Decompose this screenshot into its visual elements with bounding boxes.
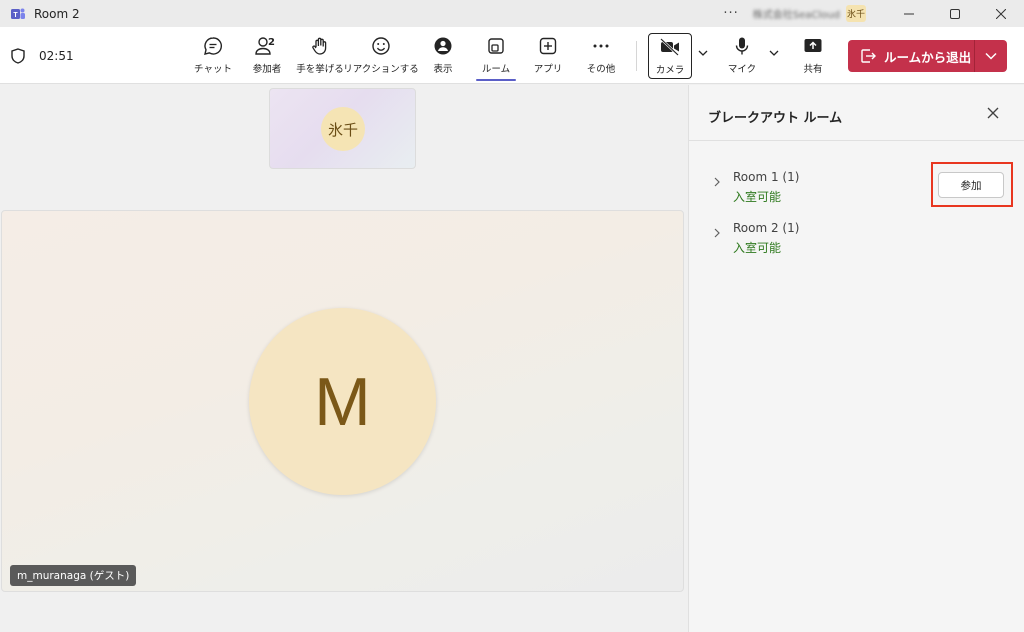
leave-options-button[interactable]: [975, 40, 1007, 72]
ellipsis-icon: [593, 44, 609, 48]
shield-icon: [11, 48, 25, 64]
chevron-right-icon[interactable]: [713, 177, 721, 187]
share-button[interactable]: 共有: [800, 35, 826, 79]
active-tab-indicator: [476, 79, 516, 81]
avatar-initial: M: [314, 363, 371, 440]
panel-header: ブレークアウト ルーム: [689, 85, 1024, 141]
mic-label: マイク: [727, 64, 757, 75]
chevron-right-icon[interactable]: [713, 228, 721, 238]
rooms-label: ルーム: [481, 64, 511, 75]
more-button[interactable]: その他: [586, 35, 616, 79]
window-title: Room 2: [34, 6, 80, 21]
leave-room-button[interactable]: ルームから退出: [848, 40, 1007, 72]
raise-hand-label: 手を挙げる: [296, 64, 344, 75]
view-button[interactable]: 表示: [431, 35, 455, 79]
share-label: 共有: [803, 64, 823, 75]
close-window-button[interactable]: [978, 0, 1024, 27]
panel-title: ブレークアウト ルーム: [708, 111, 843, 126]
chat-button[interactable]: チャット: [194, 35, 232, 79]
mic-button[interactable]: マイク: [728, 35, 756, 79]
leave-room-label: ルームから退出: [884, 49, 972, 65]
participant-name-tag: m_muranaga (ゲスト): [10, 565, 137, 586]
minimize-button[interactable]: [886, 0, 932, 27]
camera-options-chevron-icon[interactable]: [698, 49, 708, 57]
minimize-icon: [904, 13, 914, 14]
room-status: 入室可能: [733, 190, 782, 204]
room-list-item[interactable]: Room 2 (1) 入室可能: [689, 218, 1024, 262]
view-icon: [434, 37, 452, 55]
avatar: 氷千: [321, 107, 365, 151]
toolbar-divider: [636, 41, 637, 71]
hand-icon: [312, 37, 327, 55]
mic-options-chevron-icon[interactable]: [769, 49, 779, 57]
add-app-icon: [539, 37, 557, 55]
room-name: Room 1 (1): [733, 170, 800, 184]
teams-logo-icon: T: [11, 8, 25, 19]
share-screen-icon: [804, 39, 822, 52]
participants-count: 2: [268, 37, 275, 48]
apps-button[interactable]: アプリ: [533, 35, 563, 79]
participant-tile-main[interactable]: M m_muranaga (ゲスト): [1, 210, 684, 592]
avatar: M: [249, 308, 436, 495]
chat-label: チャット: [194, 64, 232, 75]
chevron-down-icon: [985, 52, 997, 60]
apps-label: アプリ: [533, 64, 563, 75]
leave-icon: [861, 49, 876, 63]
more-options-icon[interactable]: ···: [723, 6, 738, 21]
room-status: 入室可能: [733, 241, 782, 255]
svg-text:T: T: [13, 12, 18, 19]
camera-button[interactable]: カメラ: [648, 33, 692, 79]
meeting-timer: 02:51: [39, 49, 74, 63]
raise-hand-button[interactable]: 手を挙げる: [296, 35, 344, 79]
participants-button[interactable]: 2 参加者: [250, 35, 284, 79]
close-icon[interactable]: [987, 107, 999, 119]
chat-icon: [204, 37, 222, 55]
room-name: Room 2 (1): [733, 221, 800, 235]
video-stage: 氷千 M m_muranaga (ゲスト): [0, 85, 688, 632]
maximize-icon: [950, 8, 960, 19]
org-name: 株式会社SeaCloud: [752, 10, 840, 21]
avatar[interactable]: 氷千: [846, 5, 866, 22]
emoji-icon: [372, 37, 390, 55]
more-label: その他: [586, 64, 616, 75]
view-label: 表示: [433, 64, 453, 75]
rooms-icon: [488, 38, 504, 54]
microphone-icon: [735, 37, 749, 55]
camera-label: カメラ: [655, 65, 685, 76]
close-icon: [996, 8, 1006, 19]
join-room-button[interactable]: 参加: [938, 172, 1004, 198]
reactions-button[interactable]: リアクションする: [343, 35, 419, 79]
reactions-label: リアクションする: [343, 64, 419, 75]
participant-tile-small[interactable]: 氷千: [269, 88, 416, 169]
camera-off-icon: [660, 38, 679, 56]
title-bar: T Room 2 ··· 株式会社SeaCloud 氷千: [0, 0, 1024, 27]
rooms-button[interactable]: ルーム: [476, 35, 516, 81]
meeting-toolbar: 02:51 チャット 2 参加者 手を挙げる リアクションする 表示 ルーム ア…: [0, 27, 1024, 84]
participants-label: 参加者: [252, 64, 282, 75]
maximize-button[interactable]: [932, 0, 978, 27]
